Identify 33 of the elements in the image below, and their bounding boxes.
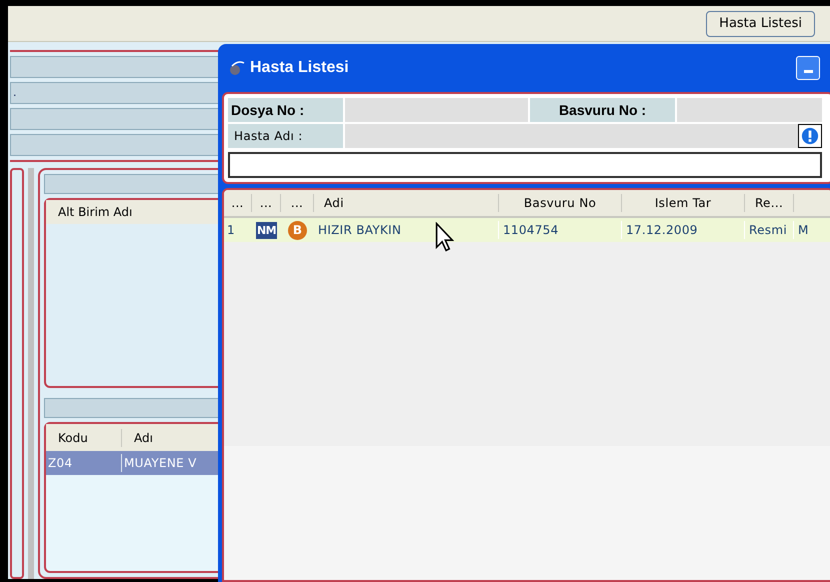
- table-cell-text: 1: [226, 222, 236, 239]
- table-row[interactable]: 1 NM B HIZIR BAYKIN 1104754 17.12.2009 Resmi M: [224, 218, 830, 242]
- window-icon: [228, 60, 246, 76]
- field-label: Dosya No :: [228, 98, 343, 122]
- column-header[interactable]: Islem Tar: [622, 194, 745, 212]
- table-cell-text: M: [797, 222, 810, 239]
- hasta-listesi-button[interactable]: Hasta Listesi: [706, 10, 815, 36]
- search-field[interactable]: [228, 152, 822, 178]
- input-field[interactable]: [677, 98, 822, 122]
- input-field[interactable]: [345, 98, 528, 122]
- column-header[interactable]: Adi: [314, 194, 499, 212]
- table-cell: 17.12.2009: [622, 221, 745, 239]
- input-field[interactable]: [345, 124, 822, 148]
- column-header[interactable]: Basvuru No: [499, 194, 622, 212]
- cursor-icon: [435, 222, 454, 252]
- status-badge: B: [288, 220, 307, 240]
- table-cell: Resmi: [745, 221, 794, 239]
- field-label: Basvuru No :: [530, 98, 675, 122]
- info-icon[interactable]: [798, 124, 822, 148]
- field-label: Hasta Adı :: [228, 124, 343, 148]
- column-header[interactable]: ...: [224, 194, 252, 212]
- splitter-handle[interactable]: [28, 168, 34, 579]
- table-cell: 1104754: [499, 221, 622, 239]
- minimize-button[interactable]: [796, 56, 820, 80]
- column-header[interactable]: Kodu: [46, 428, 122, 446]
- column-header[interactable]: Alt Birim Adı: [46, 203, 132, 221]
- column-header[interactable]: Re...: [745, 194, 794, 212]
- column-header[interactable]: ...: [252, 194, 281, 212]
- field-text: .: [13, 84, 16, 101]
- window-title: Hasta Listesi: [250, 58, 349, 78]
- status-badge: NM: [256, 222, 278, 238]
- column-header[interactable]: ...: [281, 194, 314, 212]
- table-cell: Z04: [46, 454, 122, 472]
